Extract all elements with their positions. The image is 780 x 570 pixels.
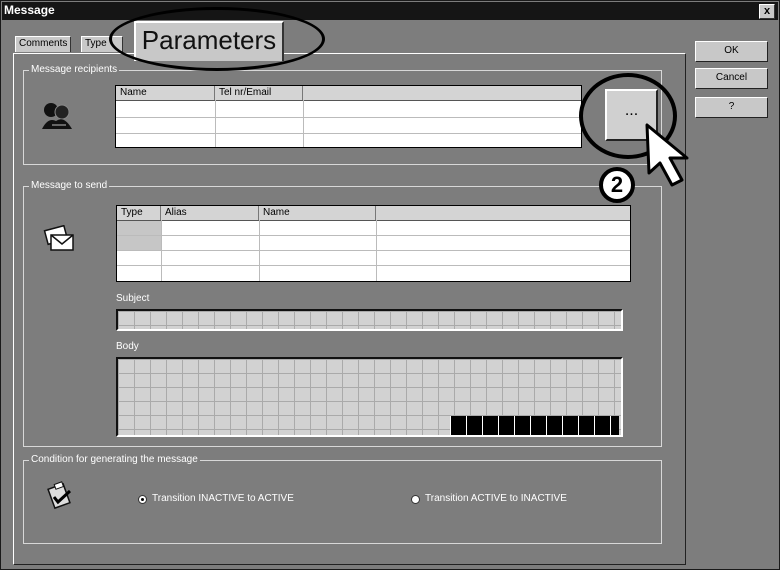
subject-input[interactable] (116, 309, 623, 331)
recipients-group: Message recipients Name Tel nr/Email (23, 64, 662, 165)
col-name: Name (259, 206, 376, 220)
table-row (116, 117, 581, 118)
ok-button[interactable]: OK (695, 41, 768, 62)
subject-label: Subject (116, 293, 150, 304)
mouse-pointer-icon (645, 123, 689, 187)
table-row (116, 133, 581, 134)
message-legend: Message to send (29, 180, 110, 192)
close-button[interactable]: x (759, 4, 775, 19)
step-number-badge: 2 (599, 167, 635, 203)
col-tel-email: Tel nr/Email (215, 86, 303, 100)
recipients-legend: Message recipients (29, 64, 120, 76)
col-name: Name (116, 86, 215, 100)
text-cursor-block (450, 416, 619, 435)
tab-comments[interactable]: Comments (15, 36, 72, 52)
condition-legend: Condition for generating the message (29, 454, 200, 466)
body-label: Body (116, 341, 139, 352)
option-active-to-inactive-label: Transition ACTIVE to INACTIVE (425, 493, 567, 504)
cancel-button[interactable]: Cancel (695, 68, 768, 89)
help-button[interactable]: ? (695, 97, 768, 118)
tab-highlight-ring (109, 7, 325, 71)
people-icon (42, 103, 72, 129)
message-table[interactable]: Type Alias Name (116, 205, 631, 282)
body-textarea[interactable] (116, 357, 623, 437)
title-bar: Message x (2, 2, 778, 20)
clipboard-check-icon (47, 481, 72, 510)
col-divider (215, 100, 216, 147)
option-inactive-to-active-label: Transition INACTIVE to ACTIVE (152, 493, 294, 504)
col-alias: Alias (161, 206, 259, 220)
col-divider (303, 100, 304, 147)
envelopes-icon (43, 225, 74, 251)
table-row (117, 265, 630, 266)
recipients-table[interactable]: Name Tel nr/Email (115, 85, 582, 148)
message-dialog: Message x Comments Type Message recipien… (0, 0, 780, 570)
table-row (117, 250, 630, 251)
condition-group: Condition for generating the message Tra… (23, 454, 662, 544)
recipients-table-header: Name Tel nr/Email (116, 86, 581, 101)
radio-inactive-to-active[interactable] (138, 495, 147, 504)
message-group: Message to send Type Alias Name Subject … (23, 180, 662, 447)
table-row (117, 235, 630, 236)
radio-active-to-inactive[interactable] (411, 495, 420, 504)
message-table-header: Type Alias Name (117, 206, 630, 221)
col-type: Type (117, 206, 161, 220)
window-title: Message (4, 3, 55, 17)
